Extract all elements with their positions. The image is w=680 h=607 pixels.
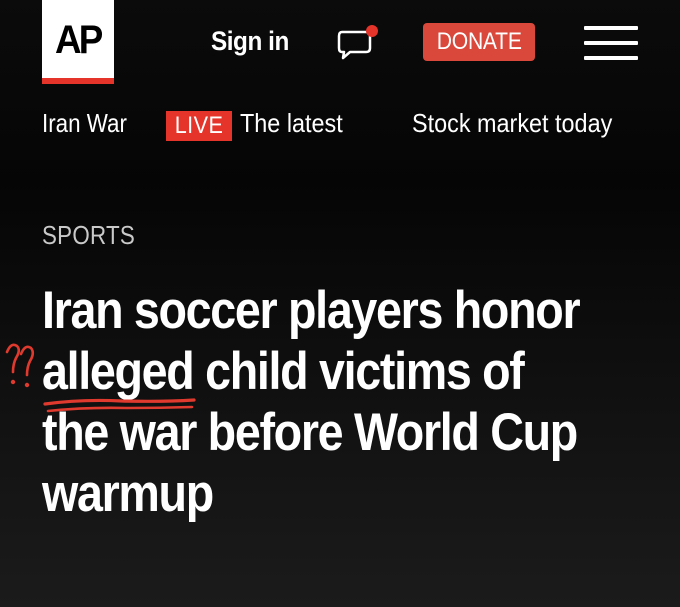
nav-item-the-latest[interactable]: The latest xyxy=(240,108,343,139)
donate-label: DONATE xyxy=(436,28,522,55)
nav-item-iran-war[interactable]: Iran War xyxy=(42,108,127,139)
menu-line xyxy=(584,56,638,60)
headline-line: warmup xyxy=(42,464,214,523)
section-label[interactable]: SPORTS xyxy=(42,220,135,251)
headline-line-rest: child victims of xyxy=(193,342,525,401)
sign-in-link[interactable]: Sign in xyxy=(211,26,289,57)
live-badge-label: LIVE xyxy=(174,112,224,139)
hamburger-menu-icon[interactable] xyxy=(584,26,638,60)
headline-line: the war before World Cup xyxy=(42,403,578,462)
menu-line xyxy=(584,41,638,45)
chat-bubble-icon[interactable] xyxy=(336,22,380,62)
ap-logo[interactable]: AP xyxy=(42,0,114,84)
topic-nav: Iran War LIVE The latest Stock market to… xyxy=(0,100,680,150)
headline-line: Iran soccer players honor xyxy=(42,281,581,340)
menu-line xyxy=(584,26,638,30)
article-headline: Iran soccer players honor alleged child … xyxy=(42,280,662,524)
live-badge[interactable]: LIVE xyxy=(166,111,232,141)
nav-item-stock-market-today[interactable]: Stock market today xyxy=(412,108,612,139)
headline-line: alleged child victims of xyxy=(42,341,588,402)
donate-button[interactable]: DONATE xyxy=(423,23,535,61)
question-marks-annotation xyxy=(5,343,35,388)
top-bar: AP Sign in DONATE xyxy=(0,0,680,96)
headline-word-alleged: alleged xyxy=(42,342,195,401)
logo-text: AP xyxy=(55,18,103,62)
